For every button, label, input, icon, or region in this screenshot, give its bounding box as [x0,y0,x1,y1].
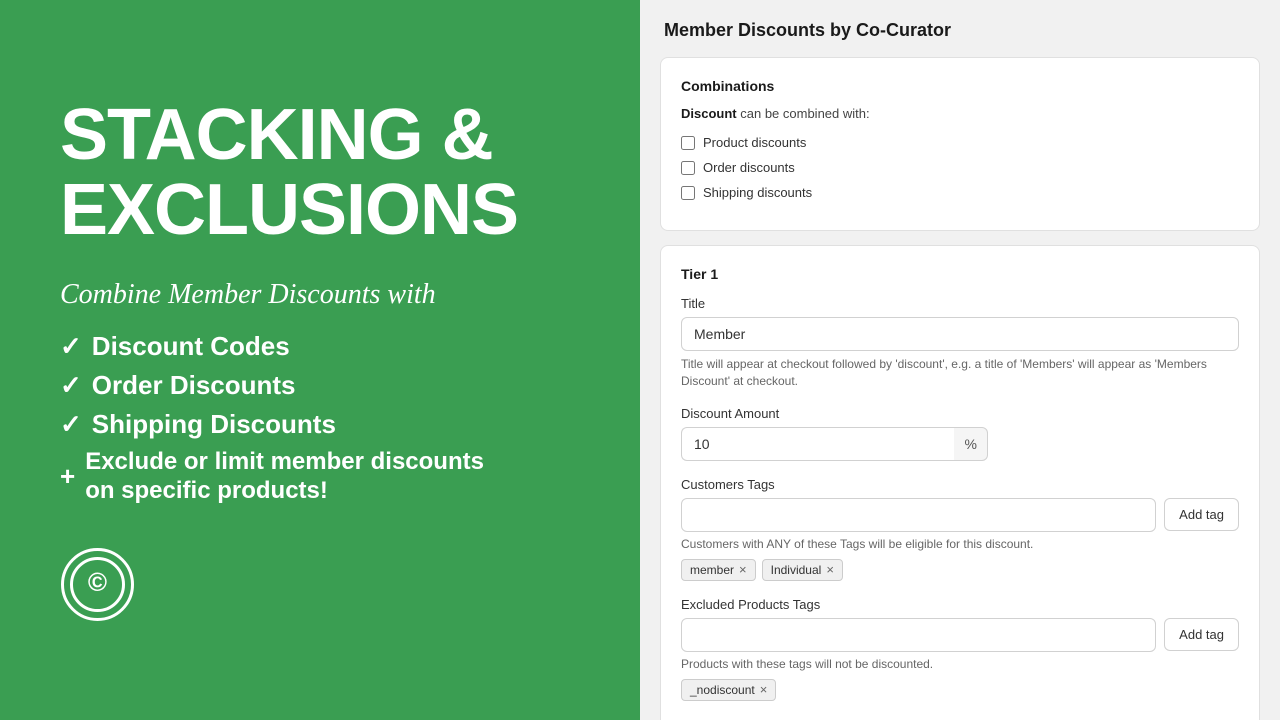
customers-tags-hint: Customers with ANY of these Tags will be… [681,537,1239,551]
page-title: Member Discounts by Co-Curator [660,20,1260,41]
shipping-discounts-checkbox-row[interactable]: Shipping discounts [681,185,1239,200]
shipping-discounts-label: Shipping discounts [703,185,812,200]
feature-text: Discount Codes [92,331,290,362]
feature-text: Shipping Discounts [92,409,336,440]
discount-amount-group: Discount Amount % [681,406,1239,461]
discount-amount-input[interactable] [681,427,954,461]
tag-member: member × [681,559,756,581]
headline: STACKING &EXCLUSIONS [60,98,580,249]
tag-label: _nodiscount [690,683,755,697]
brand-logo: © [60,547,135,622]
left-panel: STACKING &EXCLUSIONS Combine Member Disc… [0,0,640,720]
excluded-tags-hint: Products with these tags will not be dis… [681,657,1239,671]
subtitle: Combine Member Discounts with [60,279,580,311]
svg-text:©: © [88,567,107,597]
combinations-label: Discount can be combined with: [681,106,1239,121]
excluded-tags-add-button[interactable]: Add tag [1164,618,1239,651]
check-icon: ✓ [60,331,82,362]
title-hint: Title will appear at checkout followed b… [681,356,1239,390]
combinations-section-title: Combinations [681,78,1239,94]
tag-nodiscount: _nodiscount × [681,679,776,701]
customers-tags-label: Customers Tags [681,477,1239,492]
tag-remove-nodiscount[interactable]: × [760,683,768,696]
check-icon: ✓ [60,370,82,401]
customers-tags-input[interactable] [681,498,1156,532]
customers-tags-add-button[interactable]: Add tag [1164,498,1239,531]
discount-amount-label: Discount Amount [681,406,1239,421]
check-icon: ✓ [60,409,82,440]
list-item: ✓ Shipping Discounts [60,409,580,440]
excluded-tags-container: _nodiscount × [681,679,1239,701]
discount-bold: Discount [681,106,737,121]
feature-list: ✓ Discount Codes ✓ Order Discounts ✓ Shi… [60,331,580,514]
customers-tags-group: Customers Tags Add tag Customers with AN… [681,477,1239,581]
tag-label: Individual [771,563,822,577]
shipping-discounts-checkbox[interactable] [681,186,695,200]
discount-row: % [681,427,988,461]
title-input[interactable] [681,317,1239,351]
title-group: Title Title will appear at checkout foll… [681,296,1239,390]
order-discounts-checkbox[interactable] [681,161,695,175]
list-item: ✓ Order Discounts [60,370,580,401]
tag-individual: Individual × [762,559,843,581]
tier1-card: Tier 1 Title Title will appear at checko… [660,245,1260,720]
plus-icon: + [60,461,75,492]
order-discounts-label: Order discounts [703,160,795,175]
list-item: + Exclude or limit member discountson sp… [60,448,580,506]
customers-tags-input-row: Add tag [681,498,1239,532]
combinations-card: Combinations Discount can be combined wi… [660,57,1260,231]
excluded-tags-input[interactable] [681,618,1156,652]
feature-text: Exclude or limit member discountson spec… [85,448,484,506]
tag-remove-member[interactable]: × [739,563,747,576]
product-discounts-label: Product discounts [703,135,806,150]
excluded-tags-label: Excluded Products Tags [681,597,1239,612]
product-discounts-checkbox[interactable] [681,136,695,150]
product-discounts-checkbox-row[interactable]: Product discounts [681,135,1239,150]
excluded-tags-group: Excluded Products Tags Add tag Products … [681,597,1239,701]
tier1-title: Tier 1 [681,266,1239,282]
tag-label: member [690,563,734,577]
discount-suffix: % [954,427,987,461]
feature-text: Order Discounts [92,370,296,401]
combinations-suffix: can be combined with: [740,106,869,121]
customers-tags-container: member × Individual × [681,559,1239,581]
tag-remove-individual[interactable]: × [826,563,834,576]
right-panel: Member Discounts by Co-Curator Combinati… [640,0,1280,720]
list-item: ✓ Discount Codes [60,331,580,362]
title-label: Title [681,296,1239,311]
excluded-tags-input-row: Add tag [681,618,1239,652]
order-discounts-checkbox-row[interactable]: Order discounts [681,160,1239,175]
